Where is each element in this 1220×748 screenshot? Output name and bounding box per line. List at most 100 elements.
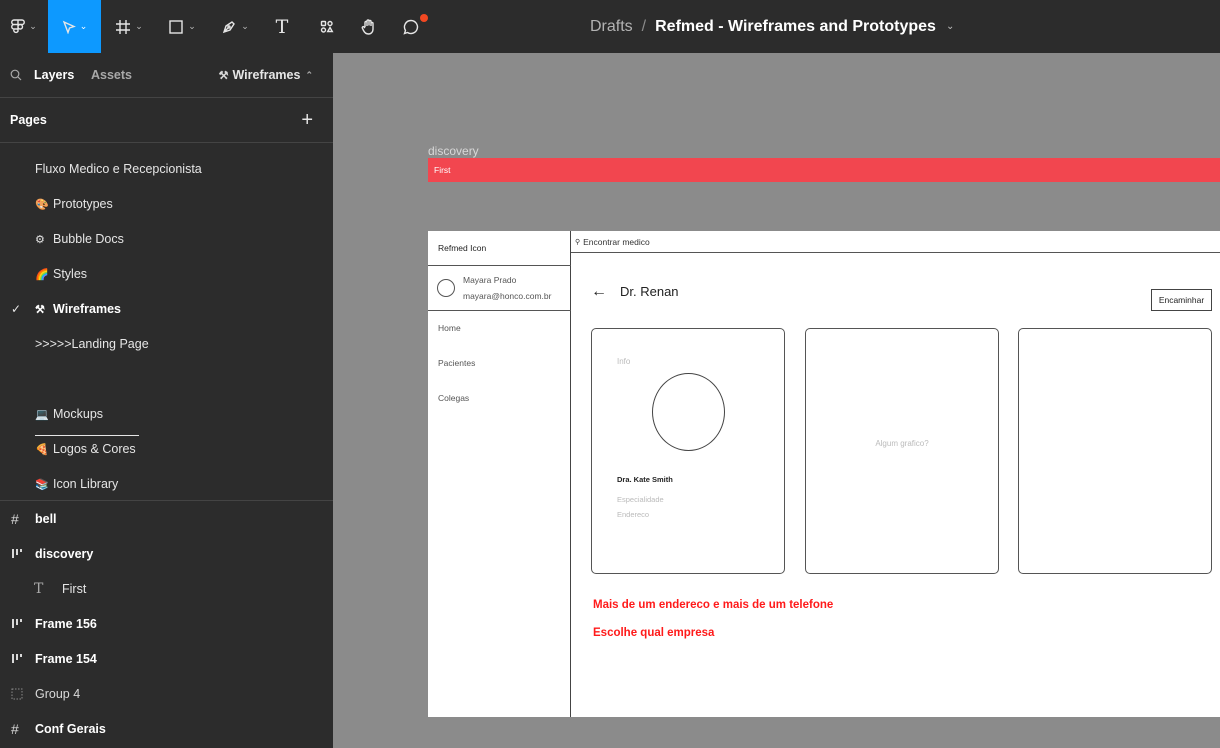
frame-tool-button[interactable]: ⌄ xyxy=(104,0,154,53)
text-icon: T xyxy=(34,580,44,597)
move-tool-button[interactable]: ⌄ xyxy=(48,0,101,53)
annotation-note: Escolhe qual empresa xyxy=(593,627,715,639)
page-label: Mockups xyxy=(53,406,104,421)
tab-assets[interactable]: Assets xyxy=(91,68,132,82)
pointer-icon xyxy=(62,20,76,34)
page-label: Icon Library xyxy=(53,476,119,491)
tab-layers[interactable]: Layers xyxy=(34,68,74,82)
pizza-icon: 🍕 xyxy=(35,443,49,456)
main-menu-button[interactable]: ⌄ xyxy=(0,0,48,53)
add-page-icon[interactable]: + xyxy=(301,109,313,132)
wrench-icon: ⚒ xyxy=(218,69,229,82)
frame-icon: # xyxy=(11,510,19,527)
wrench-icon: ⚒ xyxy=(35,303,45,316)
resources-button[interactable] xyxy=(313,0,341,53)
breadcrumb-drafts[interactable]: Drafts xyxy=(590,18,633,36)
page-label: Prototypes xyxy=(53,196,113,211)
layer-row[interactable]: Group 4 xyxy=(0,676,333,711)
layer-row[interactable]: Frame 156 xyxy=(0,606,333,641)
left-sidebar: Layers Assets ⚒ Wireframes ⌃ Pages + Flu… xyxy=(0,53,333,748)
hand-icon xyxy=(361,18,374,35)
specialty-label: Especialidade xyxy=(617,495,664,504)
page-item[interactable]: 🌈 Styles xyxy=(0,256,333,291)
frame-label[interactable]: discovery xyxy=(428,144,479,158)
palette-icon: 🎨 xyxy=(35,198,49,211)
doctor-title: Dr. Renan xyxy=(620,284,679,299)
chevron-down-icon[interactable]: ⌄ xyxy=(946,21,954,32)
toolbar: ⌄ ⌄ ⌄ ⌄ ⌄ T Drafts / Refmed - Wireframes… xyxy=(0,0,1220,53)
chevron-down-icon: ⌄ xyxy=(241,21,249,31)
pages-title: Pages xyxy=(10,113,47,127)
discovery-frame[interactable]: First xyxy=(428,158,1220,182)
avatar xyxy=(437,279,455,297)
project-name[interactable]: Refmed - Wireframes and Prototypes xyxy=(655,18,936,36)
books-icon: 📚 xyxy=(35,478,49,491)
frame-tool-icon xyxy=(116,19,131,34)
chevron-up-icon: ⌃ xyxy=(305,69,313,80)
page-item[interactable]: >>>>>Landing Page xyxy=(0,326,333,361)
doctor-name: Dra. Kate Smith xyxy=(617,475,673,484)
page-item[interactable]: 💻 Mockups xyxy=(0,396,333,431)
nav-item-pacientes: Pacientes xyxy=(438,358,476,368)
first-text-layer[interactable]: First xyxy=(434,165,451,175)
layer-label: discovery xyxy=(35,546,94,561)
pen-tool-button[interactable]: ⌄ xyxy=(212,0,258,53)
page-item[interactable]: ⚙ Bubble Docs xyxy=(0,221,333,256)
encaminhar-button: Encaminhar xyxy=(1151,289,1212,311)
nav-item-home: Home xyxy=(438,323,461,333)
chevron-down-icon: ⌄ xyxy=(79,21,88,31)
rainbow-icon: 🌈 xyxy=(35,268,49,281)
chevron-down-icon: ⌄ xyxy=(29,21,37,31)
breadcrumb-separator: / xyxy=(641,17,647,35)
user-email: mayara@honco.com.br xyxy=(463,291,552,301)
notification-dot xyxy=(420,14,428,22)
wireframe-sidebar: Refmed Icon Mayara Prado mayara@honco.co… xyxy=(428,231,571,717)
layer-row[interactable]: Frame 154 xyxy=(0,641,333,676)
page-label: Bubble Docs xyxy=(53,231,124,246)
back-arrow-icon: ← xyxy=(591,283,607,300)
page-item-selected[interactable]: ✓ ⚒ Wireframes xyxy=(0,291,333,326)
search-placeholder: Encontrar medico xyxy=(583,236,650,247)
sidebar-tabs: Layers Assets ⚒ Wireframes ⌃ xyxy=(0,53,333,98)
wireframe-frame[interactable]: Refmed Icon Mayara Prado mayara@honco.co… xyxy=(428,231,1220,717)
page-label: Wireframes xyxy=(53,301,121,316)
frame-icon: # xyxy=(11,720,19,737)
file-title[interactable]: Drafts / Refmed - Wireframes and Prototy… xyxy=(590,0,954,53)
layer-label: First xyxy=(62,581,87,596)
page-item[interactable]: 📚 Icon Library xyxy=(0,466,333,501)
comment-tool-button[interactable] xyxy=(397,0,425,53)
page-label: Logos & Cores xyxy=(53,441,136,456)
page-item[interactable]: 🎨 Prototypes xyxy=(0,186,333,221)
page-label: >>>>>Landing Page xyxy=(35,336,149,351)
search-icon: ⚲ xyxy=(575,238,581,246)
graph-card: Algum grafico? xyxy=(805,328,999,574)
nav-item-colegas: Colegas xyxy=(438,393,470,403)
layer-label: bell xyxy=(35,511,57,526)
hand-tool-button[interactable] xyxy=(355,0,383,53)
comment-icon xyxy=(403,19,419,35)
resources-icon xyxy=(320,20,334,33)
search-icon[interactable] xyxy=(10,69,22,81)
info-card: Info Dra. Kate Smith Especialidade Ender… xyxy=(591,328,785,574)
figma-logo-icon xyxy=(11,18,26,33)
page-item[interactable]: 🍕 Logos & Cores xyxy=(0,431,333,466)
current-page-selector[interactable]: ⚒ Wireframes ⌃ xyxy=(219,68,313,82)
address-label: Endereco xyxy=(617,510,650,519)
chevron-down-icon: ⌄ xyxy=(135,21,143,31)
rectangle-icon xyxy=(169,19,183,34)
current-page-label: Wireframes xyxy=(232,68,301,82)
user-name: Mayara Prado xyxy=(463,275,517,285)
layer-row[interactable]: discovery xyxy=(0,536,333,571)
canvas[interactable]: discovery First Refmed Icon Mayara Prado… xyxy=(333,53,1220,748)
layer-row[interactable]: # Conf Gerais xyxy=(0,711,333,746)
page-label: Styles xyxy=(53,266,88,281)
text-tool-button[interactable]: T xyxy=(268,0,296,53)
shape-tool-button[interactable]: ⌄ xyxy=(160,0,204,53)
layer-row[interactable]: # bell xyxy=(0,501,333,536)
page-item[interactable]: Fluxo Medico e Recepcionista xyxy=(0,151,333,186)
layer-label: Conf Gerais xyxy=(35,721,106,736)
checkmark-icon: ✓ xyxy=(11,301,22,316)
layer-label: Group 4 xyxy=(35,686,81,701)
layer-row[interactable]: T First xyxy=(0,571,333,606)
pages-header: Pages + xyxy=(0,98,333,143)
